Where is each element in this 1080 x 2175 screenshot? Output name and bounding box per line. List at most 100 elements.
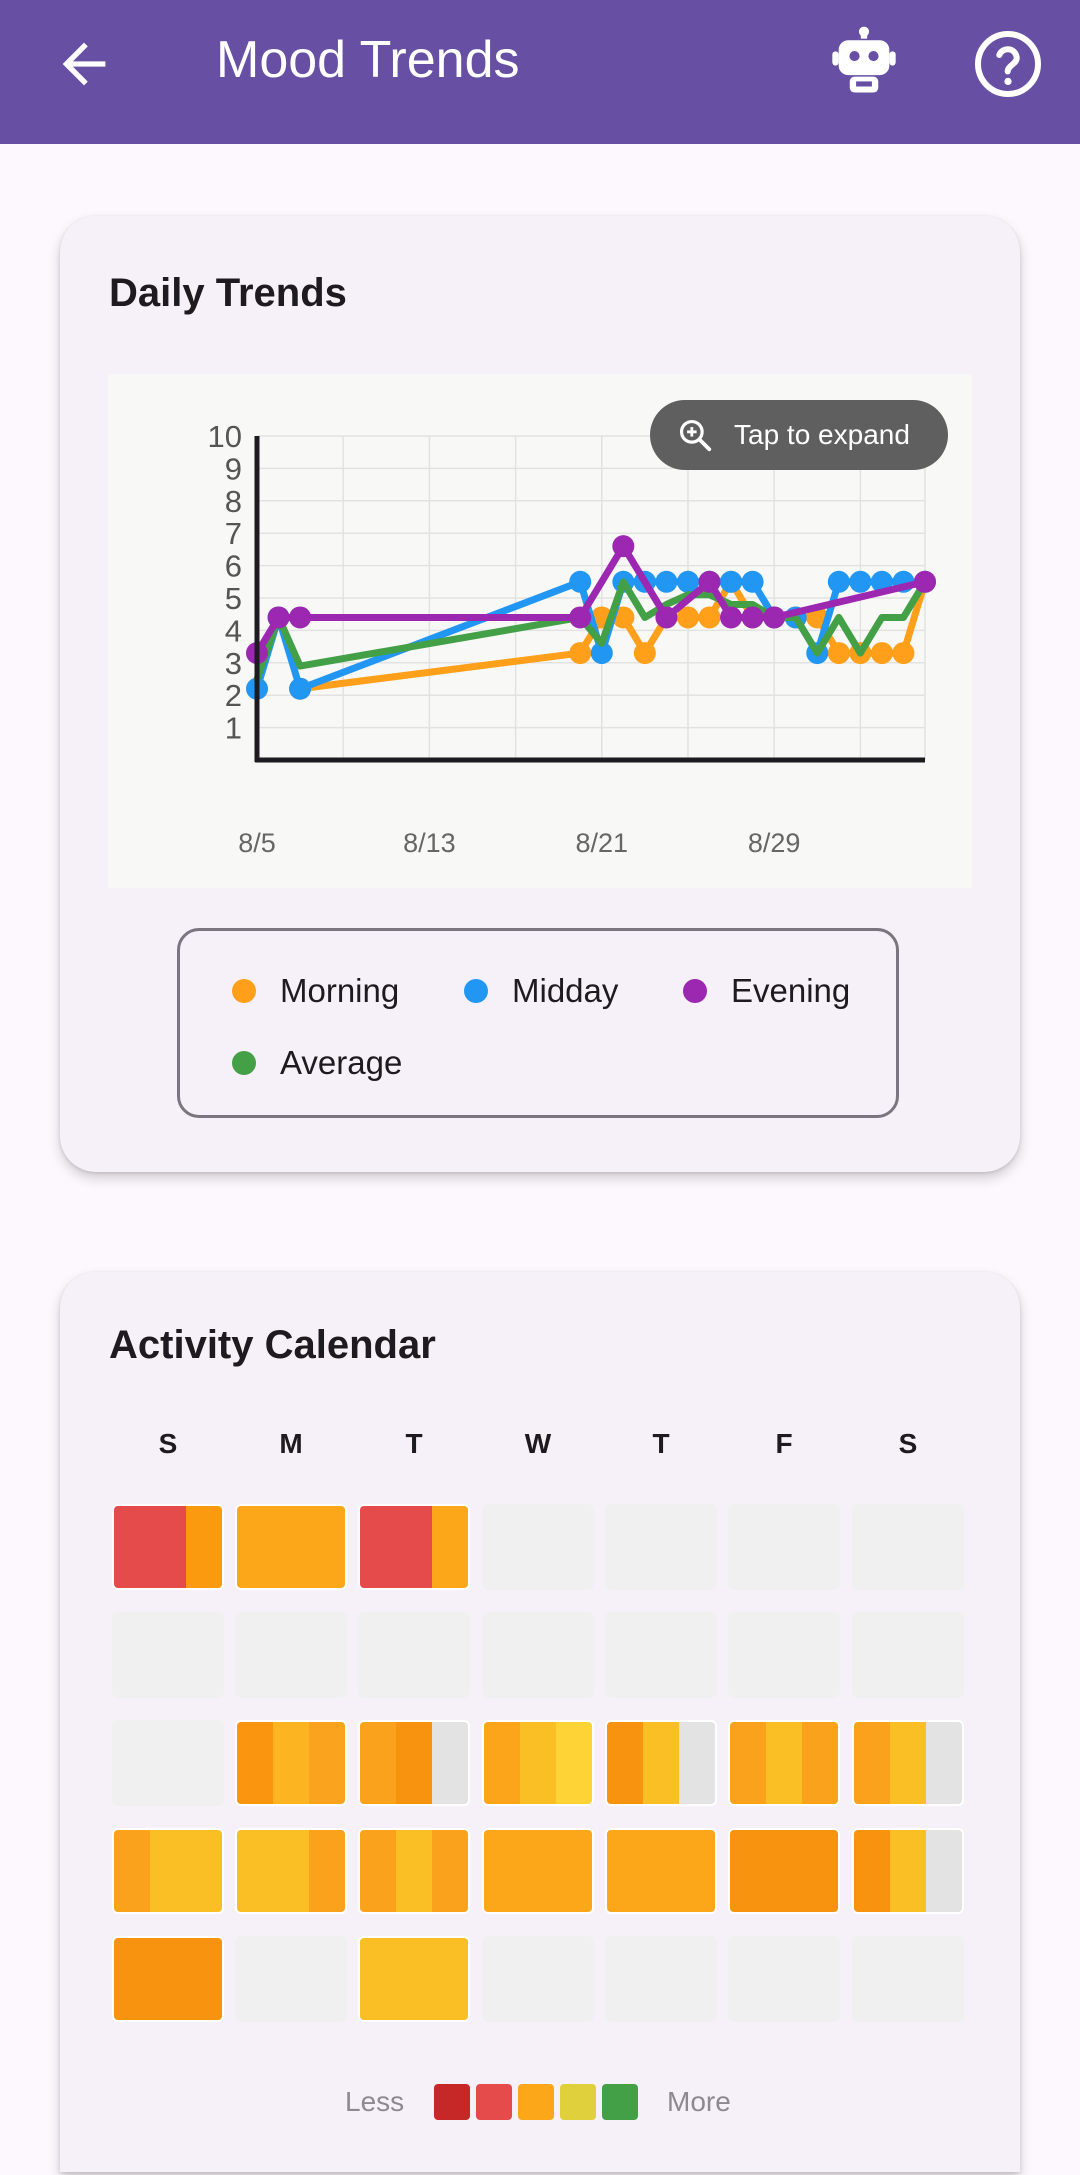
scale-less-label: Less (345, 2086, 405, 2117)
calendar-day-cell[interactable] (112, 1936, 224, 2022)
mood-segment (730, 1722, 766, 1804)
y-tick-label: 9 (225, 451, 242, 486)
calendar-day-cell[interactable] (482, 1720, 594, 1806)
calendar-day-cell[interactable] (358, 1936, 470, 2022)
mood-segment (484, 1722, 520, 1804)
x-tick-label: 8/5 (238, 828, 276, 858)
calendar-day-cell[interactable] (112, 1828, 224, 1914)
scale-color-box (602, 2084, 638, 2120)
calendar-day-cell[interactable] (358, 1504, 470, 1590)
daily-trends-title: Daily Trends (109, 271, 347, 315)
calendar-day-cell[interactable] (728, 1936, 840, 2022)
mood-segment (432, 1506, 468, 1588)
calendar-day-cell[interactable] (112, 1720, 224, 1806)
data-point-evening (655, 606, 678, 629)
legend-item-midday: Midday (464, 969, 618, 1013)
mood-chart[interactable]: 1 2 3 4 5 6 7 8 9 10 8/5 8/13 8/21 8/29 Tap to expand (108, 374, 972, 888)
mood-segment (432, 1830, 468, 1912)
weekday-label: S (158, 1428, 178, 1459)
calendar-day-cell[interactable] (235, 1612, 347, 1698)
mood-segment (926, 1830, 962, 1912)
mood-segment (766, 1722, 802, 1804)
mood-segment (643, 1722, 679, 1804)
weekday-label: F (775, 1428, 793, 1459)
tap-to-expand-button[interactable]: Tap to expand (650, 400, 948, 470)
calendar-day-cell[interactable] (728, 1504, 840, 1590)
calendar-day-cell[interactable] (235, 1720, 347, 1806)
mood-segment (432, 1722, 468, 1804)
data-point-midday (741, 570, 764, 593)
mood-segment (556, 1722, 592, 1804)
legend-dot-midday (464, 979, 488, 1003)
data-point-midday (827, 570, 850, 593)
scale-color-box (434, 2084, 470, 2120)
weekday-label: S (898, 1428, 918, 1459)
mood-segment (150, 1506, 186, 1588)
mood-segment (890, 1722, 926, 1804)
y-tick-label: 6 (225, 549, 242, 584)
calendar-day-cell[interactable] (358, 1828, 470, 1914)
mood-segment (309, 1830, 345, 1912)
mood-segment (396, 1830, 432, 1912)
page-title: Mood Trends (216, 31, 520, 89)
mood-segment (360, 1506, 396, 1588)
calendar-day-cell[interactable] (605, 1612, 717, 1698)
scale-color-box (560, 2084, 596, 2120)
calendar-day-cell[interactable] (728, 1828, 840, 1914)
mood-segment (396, 1722, 432, 1804)
calendar-day-cell[interactable] (235, 1828, 347, 1914)
help-circle-icon[interactable] (972, 28, 1044, 100)
calendar-day-cell[interactable] (112, 1504, 224, 1590)
legend-item-average: Average (232, 1041, 402, 1085)
calendar-day-cell[interactable] (482, 1612, 594, 1698)
legend-label: Evening (731, 972, 851, 1009)
calendar-day-cell[interactable] (852, 1828, 964, 1914)
mood-segment (730, 1830, 838, 1912)
data-point-midday (720, 570, 743, 593)
data-point-morning (569, 642, 592, 665)
data-point-morning (870, 642, 893, 665)
calendar-day-cell[interactable] (358, 1720, 470, 1806)
weekday-label: T (652, 1428, 670, 1459)
data-point-evening (267, 606, 290, 629)
chart-legend: Morning Midday Evening Average (177, 928, 899, 1118)
data-point-evening (914, 570, 936, 593)
scale-color-box (476, 2084, 512, 2120)
calendar-day-cell[interactable] (235, 1504, 347, 1590)
mood-segment (607, 1722, 643, 1804)
y-tick-label: 5 (225, 581, 242, 616)
calendar-day-cell[interactable] (605, 1504, 717, 1590)
arrow-back-icon[interactable] (52, 32, 116, 96)
calendar-day-cell[interactable] (852, 1612, 964, 1698)
calendar-day-cell[interactable] (235, 1936, 347, 2022)
calendar-day-cell[interactable] (482, 1936, 594, 2022)
calendar-day-cell[interactable] (728, 1720, 840, 1806)
calendar-day-cell[interactable] (358, 1612, 470, 1698)
calendar-day-cell[interactable] (112, 1612, 224, 1698)
data-point-morning (633, 642, 656, 665)
data-point-evening (698, 570, 721, 593)
calendar-day-cell[interactable] (852, 1936, 964, 2022)
calendar-day-cell[interactable] (605, 1720, 717, 1806)
calendar-day-cell[interactable] (852, 1504, 964, 1590)
mood-segment (150, 1830, 186, 1912)
y-tick-label: 3 (225, 646, 242, 681)
mood-segment (273, 1830, 309, 1912)
legend-item-morning: Morning (232, 969, 399, 1013)
calendar-day-cell[interactable] (605, 1828, 717, 1914)
calendar-day-cell[interactable] (482, 1504, 594, 1590)
data-point-evening (569, 606, 592, 629)
mood-segment (854, 1830, 890, 1912)
calendar-day-cell[interactable] (482, 1828, 594, 1914)
calendar-day-cell[interactable] (605, 1936, 717, 2022)
legend-item-evening: Evening (683, 969, 850, 1013)
mood-segment (114, 1938, 222, 2020)
mood-segment (186, 1830, 222, 1912)
calendar-day-cell[interactable] (852, 1720, 964, 1806)
robot-icon[interactable] (826, 26, 902, 102)
scale-more-label: More (667, 2086, 731, 2117)
data-point-evening (741, 606, 764, 629)
calendar-day-cell[interactable] (728, 1612, 840, 1698)
zoom-in-icon (679, 419, 712, 452)
y-tick-label: 8 (225, 484, 242, 519)
